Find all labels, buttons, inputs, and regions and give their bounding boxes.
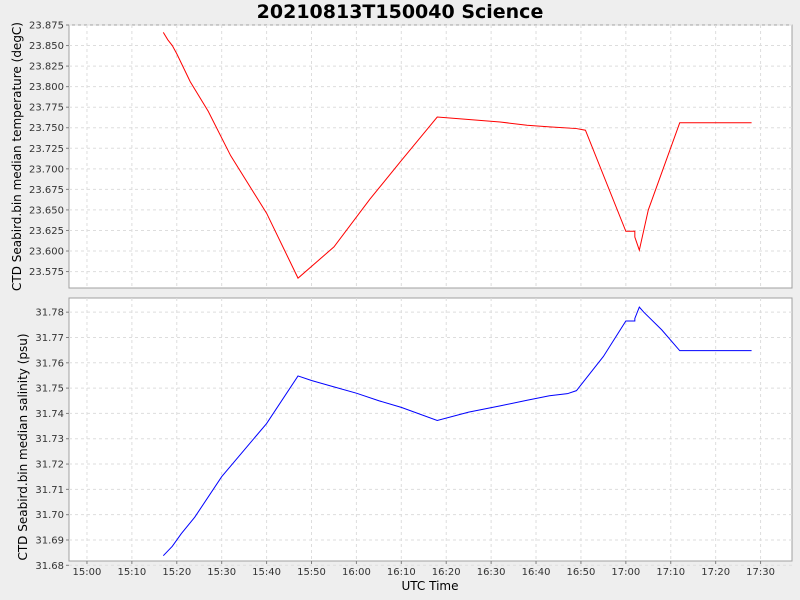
y-tick-label: 31.68: [35, 561, 64, 572]
x-tick-label: 17:30: [746, 567, 775, 578]
x-tick-label: 15:20: [162, 567, 191, 578]
x-tick-label: 16:00: [342, 567, 371, 578]
x-tick-label: 16:30: [477, 567, 506, 578]
y-tick-label: 23.825: [29, 62, 64, 73]
x-tick-label: 16:10: [387, 567, 416, 578]
temperature-plot-area: [68, 24, 793, 289]
x-tick-label: 16:40: [522, 567, 551, 578]
y-tick-label: 23.625: [29, 226, 64, 237]
x-tick-label: 17:20: [701, 567, 730, 578]
x-tick-label: 17:00: [611, 567, 640, 578]
y-tick-label: 31.78: [35, 308, 64, 319]
x-tick-label: 15:50: [297, 567, 326, 578]
y-tick-label: 31.76: [35, 358, 64, 369]
time-axis-label: UTC Time: [402, 579, 459, 593]
x-tick-label: 15:40: [252, 567, 281, 578]
y-tick-label: 31.69: [35, 535, 64, 546]
chart-canvas: 23.575 23.600 23.625 23.650 23.675 23.700 23.7…: [10, 21, 793, 593]
y-tick-label: 23.700: [29, 164, 64, 175]
y-tick-label: 23.850: [29, 41, 64, 52]
y-tick-label: 23.575: [29, 267, 64, 278]
x-tick-label: 16:20: [432, 567, 461, 578]
y-tick-label: 23.675: [29, 185, 64, 196]
x-tick-label: 16:50: [567, 567, 596, 578]
y-tick-label: 31.74: [35, 409, 64, 420]
salinity-axis-label: CTD Seabird.bin median salinity (psu): [16, 333, 30, 560]
x-tick-label: 15:00: [73, 567, 102, 578]
y-tick-label: 31.75: [35, 384, 64, 395]
y-tick-label: 23.775: [29, 103, 64, 114]
y-tick-label: 23.600: [29, 247, 64, 258]
x-tick-label: 17:10: [656, 567, 685, 578]
y-tick-label: 23.650: [29, 205, 64, 216]
y-tick-label: 23.875: [29, 21, 64, 32]
y-tick-label: 31.70: [35, 510, 64, 521]
y-tick-label: 31.71: [35, 485, 64, 496]
y-tick-label: 31.72: [35, 460, 64, 471]
x-tick-label: 15:30: [207, 567, 236, 578]
y-tick-label: 31.77: [35, 333, 64, 344]
y-tick-label: 31.73: [35, 434, 64, 445]
y-tick-label: 23.725: [29, 144, 64, 155]
x-tick-label: 15:10: [117, 567, 146, 578]
y-tick-label: 23.750: [29, 123, 64, 134]
temperature-axis-label: CTD Seabird.bin median temperature (degC…: [10, 22, 24, 291]
y-tick-label: 23.800: [29, 82, 64, 93]
